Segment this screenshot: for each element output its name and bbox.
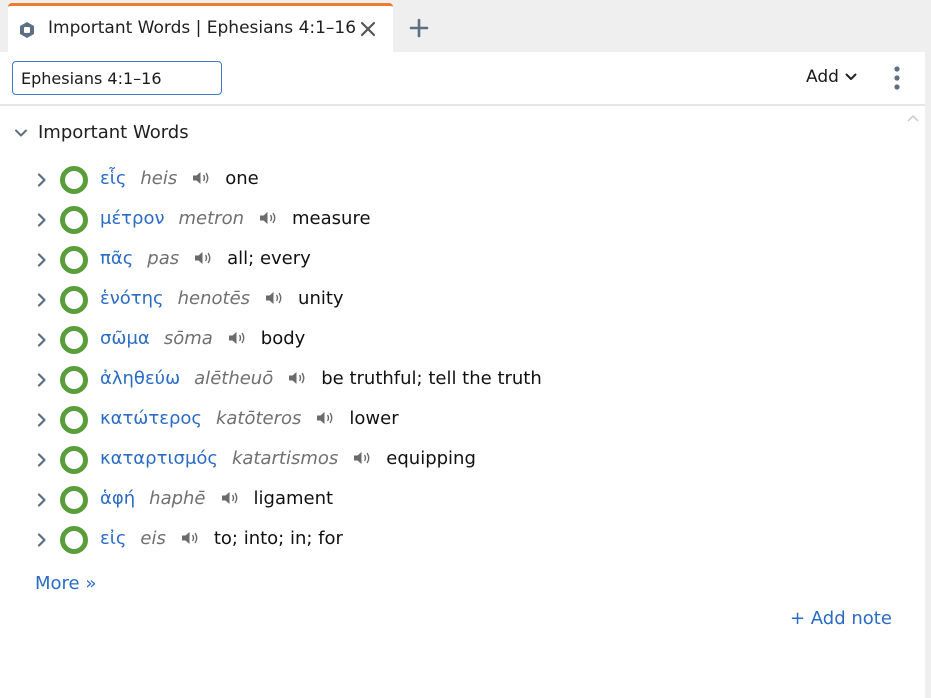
greek-lemma[interactable]: μέτρον bbox=[100, 208, 165, 229]
transliteration: henotēs bbox=[177, 288, 251, 309]
panel-icon bbox=[20, 22, 34, 38]
transliteration: heis bbox=[140, 168, 178, 189]
gloss: unity bbox=[298, 288, 344, 309]
more-options-icon[interactable] bbox=[889, 65, 905, 93]
speaker-icon[interactable] bbox=[258, 210, 278, 226]
greek-lemma[interactable]: ἑνότης bbox=[100, 288, 164, 309]
speaker-icon[interactable] bbox=[287, 370, 307, 386]
progress-ring-icon bbox=[60, 486, 88, 514]
progress-ring-icon bbox=[60, 366, 88, 394]
chevron-right-icon[interactable] bbox=[34, 172, 50, 188]
gloss: ligament bbox=[253, 488, 334, 509]
progress-ring-icon bbox=[60, 406, 88, 434]
progress-ring-icon bbox=[60, 246, 88, 274]
more-link[interactable]: More » bbox=[35, 573, 96, 594]
word-row[interactable]: μέτρον metron measure bbox=[0, 200, 900, 240]
word-row[interactable]: ἁφή haphē ligament bbox=[0, 480, 900, 520]
toolbar-divider bbox=[0, 104, 925, 106]
progress-ring-icon bbox=[60, 326, 88, 354]
progress-ring-icon bbox=[60, 526, 88, 554]
tab-important-words[interactable]: Important Words | Ephesians 4:1–16 bbox=[8, 3, 393, 52]
chevron-right-icon[interactable] bbox=[34, 332, 50, 348]
speaker-icon[interactable] bbox=[315, 410, 335, 426]
speaker-icon[interactable] bbox=[180, 530, 200, 546]
word-row[interactable]: ἀληθεύω alētheuō be truthful; tell the t… bbox=[0, 360, 900, 400]
transliteration: sōma bbox=[163, 328, 213, 349]
section-header-important-words[interactable]: Important Words bbox=[14, 122, 189, 143]
main-panel: Add Important Words εἷς heis one bbox=[0, 52, 925, 698]
speaker-icon[interactable] bbox=[227, 330, 247, 346]
gloss: lower bbox=[349, 408, 399, 429]
add-note-link[interactable]: + Add note bbox=[790, 608, 892, 629]
transliteration: katōteros bbox=[215, 408, 302, 429]
chevron-right-icon[interactable] bbox=[34, 492, 50, 508]
greek-lemma[interactable]: κατώτερος bbox=[100, 408, 202, 429]
gloss: equipping bbox=[386, 448, 476, 469]
greek-lemma[interactable]: ἀληθεύω bbox=[100, 368, 180, 389]
gloss: body bbox=[260, 328, 306, 349]
greek-lemma[interactable]: ἁφή bbox=[100, 488, 135, 509]
chevron-right-icon[interactable] bbox=[34, 532, 50, 548]
add-label: Add bbox=[806, 67, 839, 87]
speaker-icon[interactable] bbox=[193, 250, 213, 266]
transliteration: eis bbox=[140, 528, 166, 549]
gloss: all; every bbox=[227, 248, 311, 269]
greek-lemma[interactable]: πᾶς bbox=[100, 248, 133, 269]
word-row[interactable]: εἰς eis to; into; in; for bbox=[0, 520, 900, 560]
chevron-down-icon bbox=[845, 73, 857, 80]
tab-title: Important Words | Ephesians 4:1–16 bbox=[48, 18, 357, 38]
transliteration: alētheuō bbox=[194, 368, 274, 389]
word-row[interactable]: καταρτισμός katartismos equipping bbox=[0, 440, 900, 480]
transliteration: katartismos bbox=[231, 448, 339, 469]
gloss: be truthful; tell the truth bbox=[321, 368, 542, 389]
word-row[interactable]: πᾶς pas all; every bbox=[0, 240, 900, 280]
word-row[interactable]: σῶμα sōma body bbox=[0, 320, 900, 360]
chevron-right-icon[interactable] bbox=[34, 212, 50, 228]
progress-ring-icon bbox=[60, 286, 88, 314]
close-icon[interactable] bbox=[358, 19, 378, 39]
transliteration: haphē bbox=[149, 488, 206, 509]
word-row[interactable]: ἑνότης henotēs unity bbox=[0, 280, 900, 320]
chevron-right-icon[interactable] bbox=[34, 252, 50, 268]
chevron-right-icon[interactable] bbox=[34, 412, 50, 428]
word-row[interactable]: εἷς heis one bbox=[0, 160, 900, 200]
transliteration: metron bbox=[178, 208, 245, 229]
speaker-icon[interactable] bbox=[264, 290, 284, 306]
word-row[interactable]: κατώτερος katōteros lower bbox=[0, 400, 900, 440]
greek-lemma[interactable]: εἰς bbox=[100, 528, 126, 549]
greek-lemma[interactable]: σῶμα bbox=[100, 328, 150, 349]
scroll-up-icon[interactable] bbox=[906, 112, 920, 124]
gloss: measure bbox=[292, 208, 371, 229]
greek-lemma[interactable]: καταρτισμός bbox=[100, 448, 218, 469]
gloss: to; into; in; for bbox=[213, 528, 343, 549]
section-title: Important Words bbox=[38, 122, 189, 143]
chevron-right-icon[interactable] bbox=[34, 292, 50, 308]
speaker-icon[interactable] bbox=[352, 450, 372, 466]
chevron-right-icon[interactable] bbox=[34, 372, 50, 388]
transliteration: pas bbox=[147, 248, 180, 269]
chevron-down-icon bbox=[15, 129, 27, 136]
tab-bar: Important Words | Ephesians 4:1–16 bbox=[0, 0, 931, 52]
progress-ring-icon bbox=[60, 446, 88, 474]
chevron-right-icon[interactable] bbox=[34, 452, 50, 468]
speaker-icon[interactable] bbox=[191, 170, 211, 186]
speaker-icon[interactable] bbox=[220, 490, 240, 506]
gloss: one bbox=[225, 168, 259, 189]
greek-lemma[interactable]: εἷς bbox=[100, 168, 126, 189]
add-tab-icon[interactable] bbox=[407, 16, 431, 40]
progress-ring-icon bbox=[60, 166, 88, 194]
progress-ring-icon bbox=[60, 206, 88, 234]
reference-input[interactable] bbox=[12, 61, 222, 95]
add-button[interactable]: Add bbox=[806, 67, 857, 87]
